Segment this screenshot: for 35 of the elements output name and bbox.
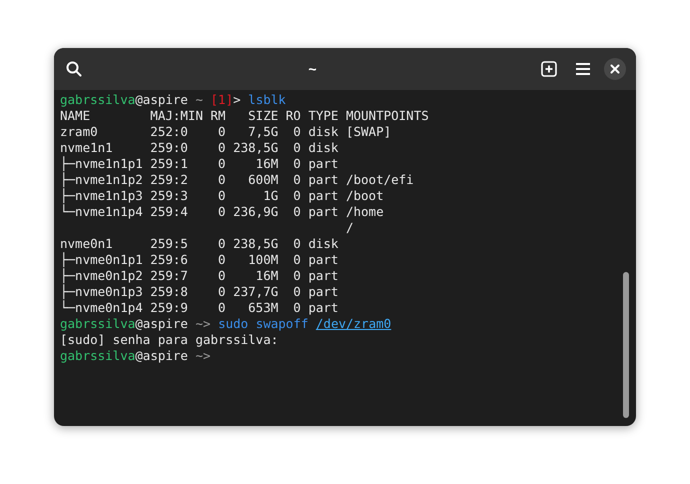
prompt-username: gabrssilva bbox=[60, 348, 136, 364]
output-line: nvme0n1 259:5 0 238,5G 0 disk bbox=[60, 236, 338, 252]
output-line: [sudo] senha para gabrssilva: bbox=[60, 332, 278, 348]
window-title: ~ bbox=[308, 60, 317, 78]
output-line: └─nvme1n1p4 259:4 0 236,9G 0 part /home bbox=[60, 204, 384, 220]
prompt-hostname: @aspire bbox=[135, 348, 188, 364]
exit-status: [1] bbox=[210, 92, 234, 108]
output-line: NAME MAJ:MIN RM SIZE RO TYPE MOUNTPOINTS bbox=[60, 108, 429, 124]
command-text: lsblk bbox=[248, 92, 286, 108]
output-line: / bbox=[344, 220, 354, 236]
prompt-username: gabrssilva bbox=[60, 316, 136, 332]
prompt-directory: ~> bbox=[194, 348, 211, 364]
output-line: ├─nvme0n1p2 259:7 0 16M 0 part bbox=[60, 268, 338, 284]
scrollbar-thumb[interactable] bbox=[623, 272, 629, 418]
output-line: ├─nvme0n1p1 259:6 0 100M 0 part bbox=[60, 252, 338, 268]
close-icon bbox=[610, 64, 620, 74]
close-button[interactable] bbox=[604, 58, 626, 80]
menu-icon[interactable] bbox=[576, 63, 590, 75]
search-icon[interactable] bbox=[64, 59, 84, 79]
output-line: ├─nvme1n1p1 259:1 0 16M 0 part bbox=[60, 156, 338, 172]
prompt-directory: ~ bbox=[194, 92, 204, 108]
prompt-username: gabrssilva bbox=[60, 92, 136, 108]
output-line: ├─nvme1n1p3 259:3 0 1G 0 part /boot bbox=[60, 188, 384, 204]
output-line: ├─nvme0n1p3 259:8 0 237,7G 0 part bbox=[60, 284, 338, 300]
prompt-hostname: @aspire bbox=[135, 316, 188, 332]
new-tab-icon[interactable] bbox=[541, 61, 557, 77]
prompt-hostname: @aspire bbox=[135, 92, 188, 108]
command-text: sudo swapoff bbox=[218, 316, 310, 332]
output-line: > bbox=[233, 92, 242, 108]
output-line: nvme1n1 259:0 0 238,5G 0 disk bbox=[60, 140, 338, 156]
output-line: zram0 252:0 0 7,5G 0 disk [SWAP] bbox=[60, 124, 392, 140]
output-line: └─nvme0n1p4 259:9 0 653M 0 part bbox=[60, 300, 338, 316]
prompt-directory: ~> bbox=[194, 316, 212, 332]
path-argument[interactable]: /dev/zram0 bbox=[316, 316, 392, 332]
output-line: ├─nvme1n1p2 259:2 0 600M 0 part /boot/efi bbox=[60, 172, 414, 188]
